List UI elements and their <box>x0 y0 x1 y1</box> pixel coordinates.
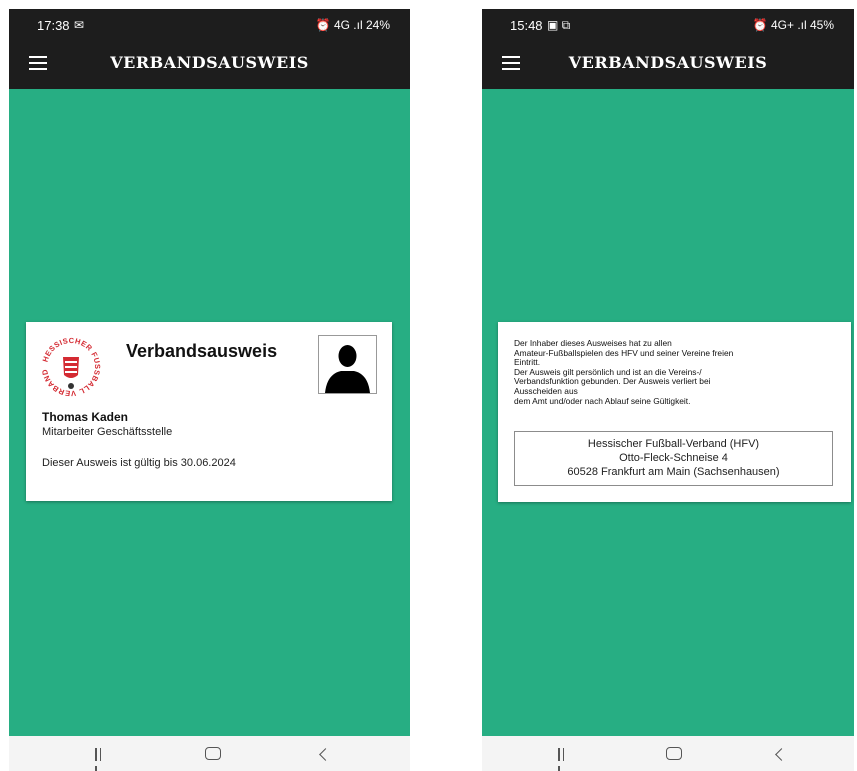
address-org: Hessischer Fußball-Verband (HFV) <box>587 438 760 450</box>
home-icon[interactable] <box>666 747 682 760</box>
system-nav-bar <box>9 736 410 771</box>
status-bar: 15:48 ▣ ⧉ ⏰ 4G+ .ıl 45% <box>482 9 854 39</box>
status-time: 15:48 <box>510 18 543 33</box>
id-card-front: HESSISCHER FUSSBALL VERBAND Verbandsausw… <box>26 322 392 501</box>
id-card-back: Der Inhaber dieses Ausweises hat zu alle… <box>498 322 851 502</box>
address-city: 60528 Frankfurt am Main (Sachsenhausen) <box>567 466 780 478</box>
status-icons: ⏰ 4G+ .ıl 45% <box>752 18 834 32</box>
card-title: Verbandsausweis <box>126 341 278 361</box>
back-icon[interactable] <box>319 748 332 761</box>
holder-name: Thomas Kaden <box>42 410 129 424</box>
status-time: 17:38 <box>37 18 70 33</box>
app-bar: VERBANDSAUSWEIS <box>9 39 410 89</box>
address-box: Hessischer Fußball-Verband (HFV) Otto-Fl… <box>514 431 833 486</box>
recents-icon[interactable] <box>558 748 570 771</box>
validity-text: Dieser Ausweis ist gültig bis 30.06.2024 <box>42 457 236 469</box>
system-nav-bar <box>482 736 854 771</box>
info-line: dem Amt und/oder nach Ablauf seine Gülti… <box>514 395 691 406</box>
holder-role: Mitarbeiter Geschäftsstelle <box>42 426 173 438</box>
app-bar: VERBANDSAUSWEIS <box>482 39 854 89</box>
app-title: VERBANDSAUSWEIS <box>110 53 309 72</box>
notification-icons: ▣ ⧉ <box>547 18 571 32</box>
recents-icon[interactable] <box>95 748 107 771</box>
app-title: VERBANDSAUSWEIS <box>568 53 768 72</box>
info-line: Amateur-Fußballspielen des HFV und seine… <box>514 347 734 358</box>
phone-screen-back: 15:48 ▣ ⧉ ⏰ 4G+ .ıl 45% VERBANDSAUSWEIS … <box>482 9 854 771</box>
phone-screen-front: 17:38 ✉ ⏰ 4G .ıl 24% VERBANDSAUSWEIS HES… <box>9 9 410 771</box>
hfv-logo: HESSISCHER FUSSBALL VERBAND <box>41 337 101 397</box>
status-icons: ⏰ 4G .ıl 24% <box>315 18 390 32</box>
card-info-text: Der Inhaber dieses Ausweises hat zu alle… <box>514 338 794 406</box>
status-bar: 17:38 ✉ ⏰ 4G .ıl 24% <box>9 9 410 39</box>
address-street: Otto-Fleck-Schneise 4 <box>619 452 728 464</box>
notification-icons: ✉ <box>74 18 85 32</box>
person-silhouette-icon <box>318 335 377 394</box>
back-icon[interactable] <box>775 748 788 761</box>
home-icon[interactable] <box>205 747 221 760</box>
